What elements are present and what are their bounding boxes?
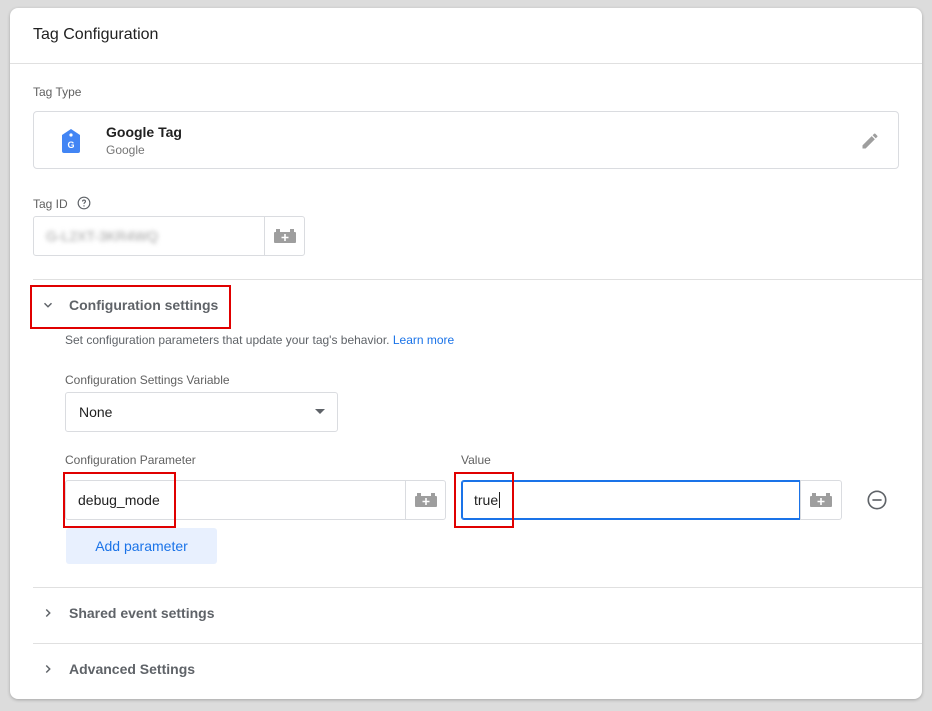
value-label: Value [461,453,491,467]
config-parameter-input[interactable]: debug_mode [65,480,406,520]
divider [33,587,922,588]
card-header: Tag Configuration [10,8,922,64]
tag-id-label: Tag ID [33,197,68,211]
chevron-right-icon [45,608,51,618]
parameter-variable-button[interactable] [405,480,446,520]
tag-id-value: G-L2XT-3KR4WQ [46,228,159,244]
shared-event-settings-toggle[interactable]: Shared event settings [33,592,922,636]
config-parameter-value: debug_mode [78,492,160,508]
config-settings-label: Configuration settings [69,297,219,313]
advanced-settings-toggle[interactable]: Advanced Settings [33,648,922,692]
config-settings-toggle[interactable]: Configuration settings [33,284,922,328]
svg-text:G: G [67,140,74,150]
card-title: Tag Configuration [33,26,159,43]
variable-brick-icon [273,229,296,243]
chevron-down-icon [43,302,53,308]
value-input-text: true [474,492,501,508]
tag-type-vendor: Google [106,143,145,157]
divider [33,279,922,280]
config-variable-select[interactable]: None [65,392,338,432]
google-tag-icon: G [62,129,80,153]
learn-more-link[interactable]: Learn more [393,333,454,347]
tag-type-name: Google Tag [106,124,182,140]
advanced-settings-label: Advanced Settings [69,661,196,677]
variable-brick-icon [810,493,832,507]
config-description-text: Set configuration parameters that update… [65,333,390,347]
shared-event-settings-label: Shared event settings [69,605,215,621]
pencil-icon[interactable] [860,131,880,151]
config-parameter-label: Configuration Parameter [65,453,196,467]
tag-type-label: Tag Type [33,85,82,99]
config-variable-value: None [79,404,113,420]
tag-id-input[interactable]: G-L2XT-3KR4WQ [33,216,265,256]
add-parameter-button[interactable]: Add parameter [66,528,217,564]
help-icon[interactable] [77,196,91,210]
tag-configuration-card: Tag Configuration Tag Type G Google Tag … [10,8,922,699]
value-input[interactable]: true [461,480,801,520]
divider [33,643,922,644]
tag-type-selector[interactable]: G Google Tag Google [33,111,899,169]
tag-id-variable-button[interactable] [264,216,305,256]
config-description: Set configuration parameters that update… [65,333,454,347]
remove-row-icon[interactable] [866,489,888,511]
config-variable-label: Configuration Settings Variable [65,373,230,387]
chevron-right-icon [45,664,51,674]
dropdown-arrow-icon [315,409,325,414]
value-variable-button[interactable] [800,480,842,520]
variable-brick-icon [414,493,437,507]
